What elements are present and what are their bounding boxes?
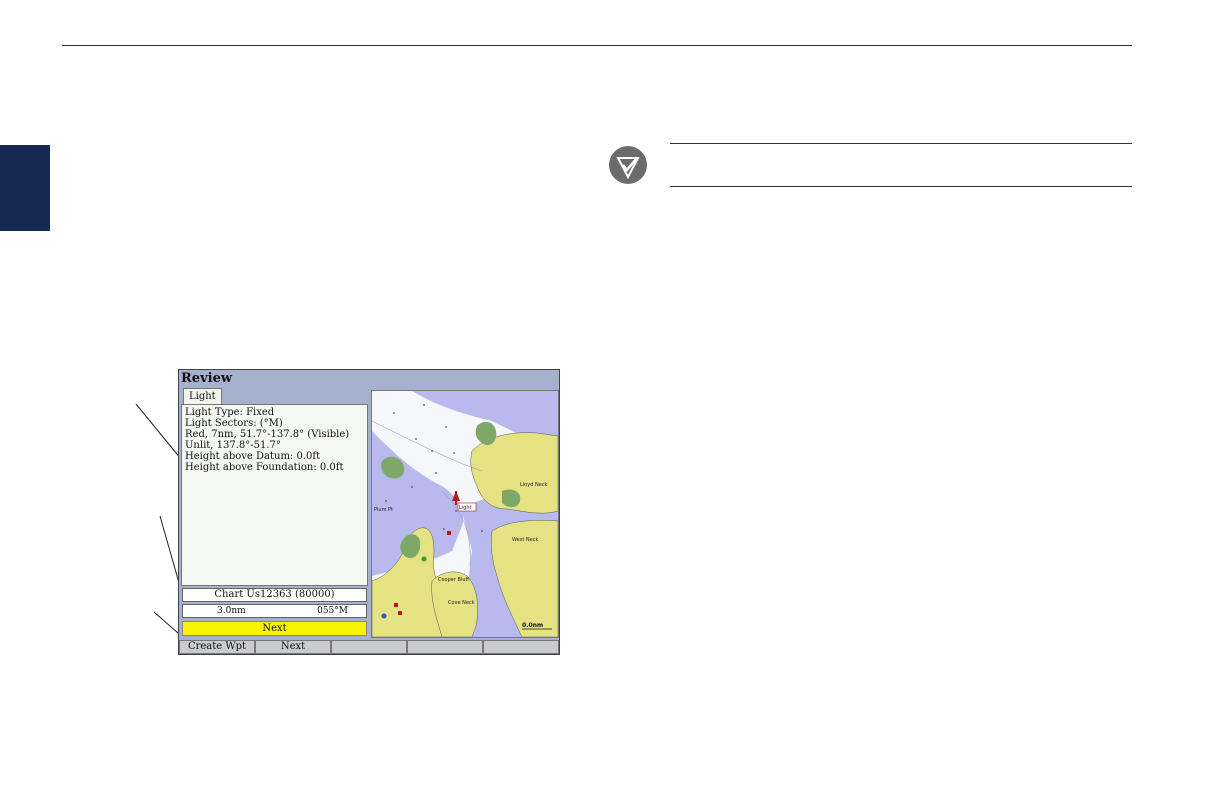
distance-value: 3.0nm xyxy=(217,606,246,616)
map-scale-label: 0.0nm xyxy=(522,622,543,629)
softkey-bar: Create Wpt Next xyxy=(179,640,559,654)
chart-map[interactable]: Light Lloyd Neck West Neck Cove Neck Coo… xyxy=(371,390,559,638)
tab-light[interactable]: Light xyxy=(183,388,222,404)
map-label-light: Light xyxy=(459,505,472,511)
light-info-pane: Light Type: Fixed Light Sectors: (°M) Re… xyxy=(181,404,368,586)
map-label-west-neck: West Neck xyxy=(512,537,538,543)
softkey-blank-3[interactable] xyxy=(331,640,407,654)
map-label-cove-neck: Cove Neck xyxy=(448,600,475,606)
note-icon xyxy=(609,146,647,184)
top-rule xyxy=(62,45,1132,46)
section-tab xyxy=(0,145,50,231)
note-rule-bottom xyxy=(670,186,1132,187)
review-screen: Review Light Light Type: Fixed Light Sec… xyxy=(178,369,560,655)
info-line-height-datum: Height above Datum: 0.0ft xyxy=(185,451,321,462)
softkey-blank-5[interactable] xyxy=(483,640,559,654)
note-rule-top xyxy=(670,143,1132,144)
info-line-light-type: Light Type: Fixed xyxy=(185,407,275,418)
info-line-red-sector: Red, 7nm, 51.7°-137.8° (Visible) xyxy=(185,429,350,440)
chart-info-box: Chart Us12363 (80000) xyxy=(182,588,367,602)
bearing-value: 055°M xyxy=(317,606,348,616)
chart-map-canvas: Light Lloyd Neck West Neck Cove Neck Coo… xyxy=(372,391,558,637)
info-line-unlit-sector: Unlit, 137.8°-51.7° xyxy=(185,440,281,451)
map-label-lloyd-neck: Lloyd Neck xyxy=(520,482,548,488)
softkey-create-wpt[interactable]: Create Wpt xyxy=(179,640,255,654)
screen-title: Review xyxy=(181,371,233,386)
map-label-plum-pt: Plum Pt xyxy=(374,507,393,513)
softkey-blank-4[interactable] xyxy=(407,640,483,654)
map-label-cooper-bluff: Cooper Bluff xyxy=(438,577,469,583)
info-line-height-foundation: Height above Foundation: 0.0ft xyxy=(185,462,344,473)
softkey-next[interactable]: Next xyxy=(255,640,331,654)
info-line-light-sectors: Light Sectors: (°M) xyxy=(185,418,283,429)
range-bearing-box: 3.0nm 055°M xyxy=(182,604,367,618)
next-button[interactable]: Next xyxy=(182,621,367,636)
